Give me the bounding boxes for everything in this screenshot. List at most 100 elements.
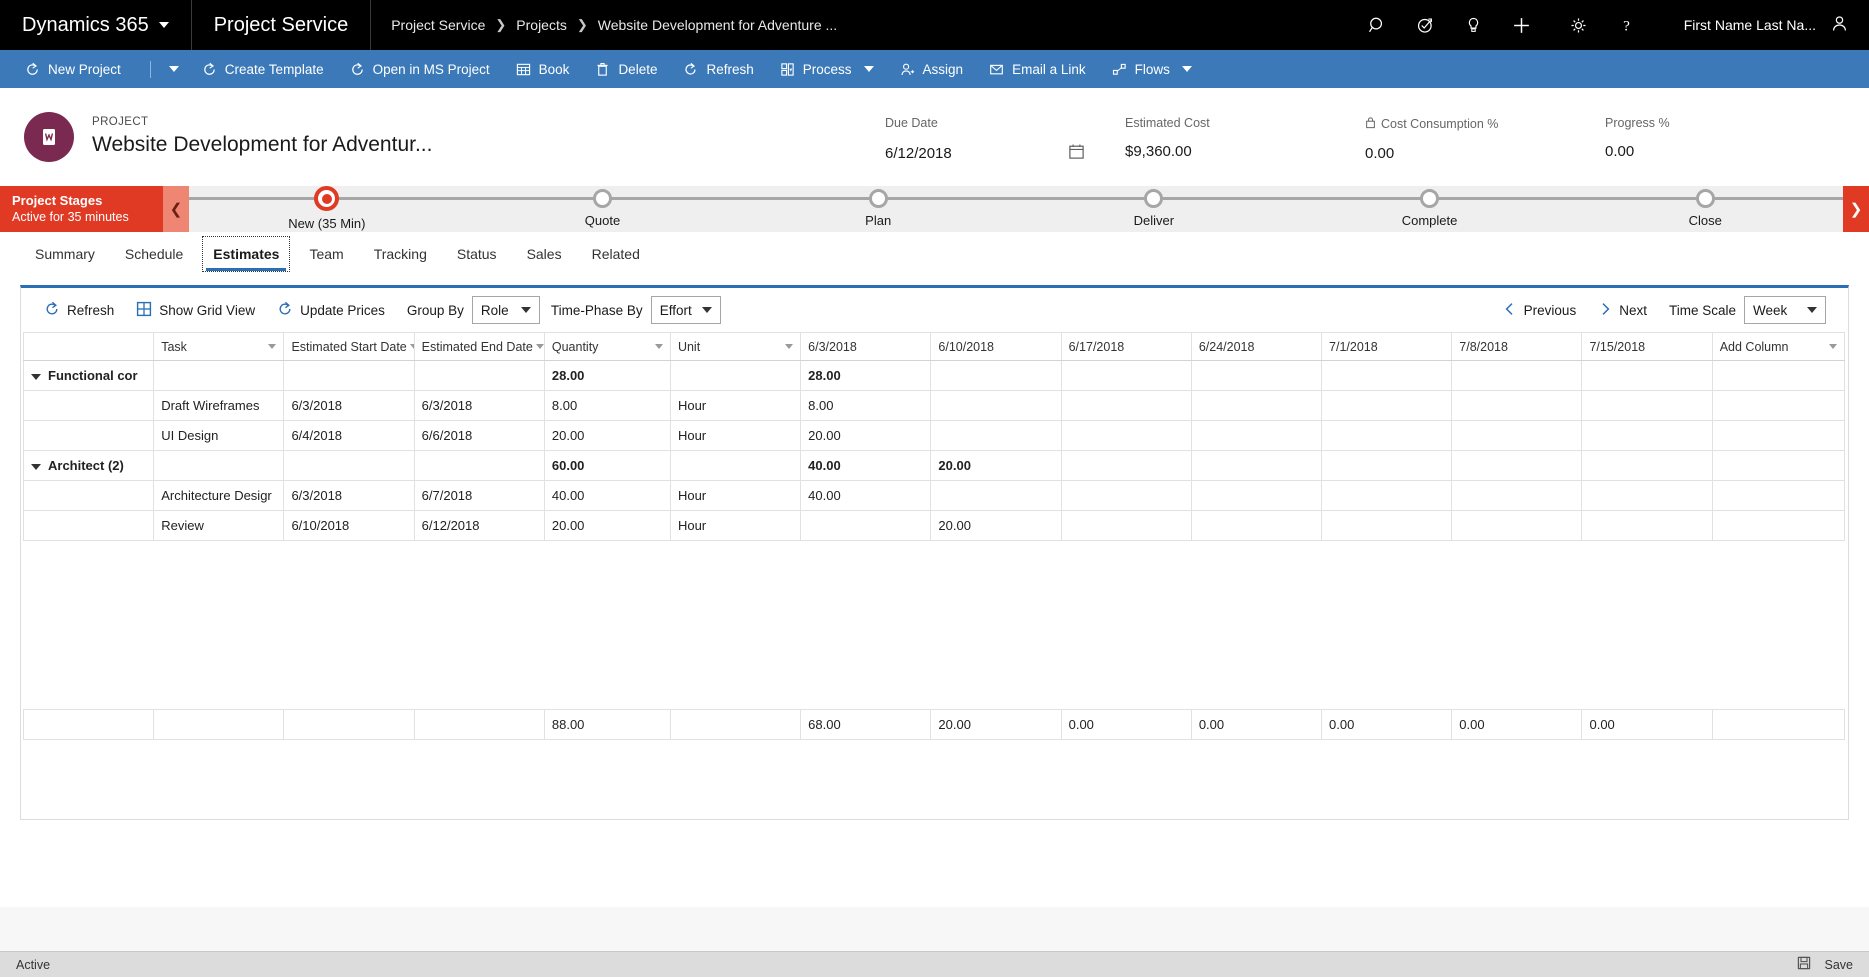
bpf-expand-right-icon[interactable]: ❯ xyxy=(1843,186,1869,232)
cell-quantity[interactable]: 20.00 xyxy=(543,510,671,541)
bpf-stage-deliver[interactable]: Deliver xyxy=(1016,186,1292,232)
cell-period-0[interactable]: 40.00 xyxy=(800,480,932,511)
search-icon[interactable] xyxy=(1354,0,1402,50)
command-new-project[interactable]: New Project xyxy=(12,50,134,88)
command-email-a-link[interactable]: Email a Link xyxy=(976,50,1099,88)
col-header-estimated-end-date[interactable]: Estimated End Date xyxy=(413,332,545,361)
breadcrumb-item-2[interactable]: Website Development for Adventure ... xyxy=(598,17,837,33)
bpf-stage-close[interactable]: Close xyxy=(1567,186,1843,232)
cell-start-date[interactable]: 6/4/2018 xyxy=(283,420,415,451)
cell-period-0[interactable]: 8.00 xyxy=(800,390,932,421)
cell-end-date[interactable] xyxy=(413,360,545,391)
command-flows[interactable]: Flows xyxy=(1099,50,1205,88)
table-row[interactable]: Review 6/10/2018 6/12/2018 20.00 Hour 20… xyxy=(22,510,1846,541)
cell-period-6[interactable] xyxy=(1581,480,1713,511)
col-header-period-2[interactable]: 6/17/2018 xyxy=(1060,332,1192,361)
cell-unit[interactable]: Hour xyxy=(669,510,802,541)
cell-end-date[interactable]: 6/3/2018 xyxy=(413,390,545,421)
cell-period-5[interactable] xyxy=(1451,420,1583,451)
update-prices-button[interactable]: Update Prices xyxy=(266,288,396,332)
user-menu[interactable]: First Name Last Na... xyxy=(1660,0,1869,50)
cell-period-3[interactable] xyxy=(1190,510,1323,541)
chevron-down-icon[interactable] xyxy=(31,373,41,380)
assistant-icon[interactable] xyxy=(1402,0,1450,50)
cell-period-5[interactable] xyxy=(1451,510,1583,541)
bpf-stage-new[interactable]: New (35 Min) xyxy=(189,186,465,232)
cell-period-3[interactable] xyxy=(1190,420,1323,451)
breadcrumb-item-1[interactable]: Projects xyxy=(516,17,567,33)
command-create-template[interactable]: Create Template xyxy=(189,50,337,88)
due-date-value[interactable]: 6/12/2018 xyxy=(885,145,952,162)
save-icon[interactable] xyxy=(1797,956,1811,973)
gear-icon[interactable] xyxy=(1555,0,1603,50)
next-period-button[interactable]: Next xyxy=(1587,288,1658,332)
cell-period-0[interactable] xyxy=(800,510,932,541)
tab-tracking[interactable]: Tracking xyxy=(359,232,442,276)
command-open-in-ms-project[interactable]: Open in MS Project xyxy=(337,50,503,88)
chevron-down-icon[interactable] xyxy=(1829,344,1837,349)
col-header-period-1[interactable]: 6/10/2018 xyxy=(930,332,1062,361)
tab-summary[interactable]: Summary xyxy=(20,232,110,276)
cell-period-5[interactable] xyxy=(1451,480,1583,511)
command-refresh[interactable]: Refresh xyxy=(670,50,766,88)
cell-period-0[interactable]: 40.00 xyxy=(800,450,932,481)
grid-refresh-button[interactable]: Refresh xyxy=(33,288,125,332)
table-row[interactable]: UI Design 6/4/2018 6/6/2018 20.00 Hour 2… xyxy=(22,420,1846,451)
chevron-down-icon[interactable] xyxy=(409,344,414,349)
cell-end-date[interactable]: 6/6/2018 xyxy=(413,420,545,451)
cell-period-6[interactable] xyxy=(1581,420,1713,451)
group-by-select[interactable]: Role xyxy=(471,296,540,324)
cell-period-2[interactable] xyxy=(1060,420,1192,451)
cell-period-6[interactable] xyxy=(1581,390,1713,421)
cell-rowselect[interactable] xyxy=(22,480,155,511)
command-book[interactable]: Book xyxy=(503,50,583,88)
cell-quantity[interactable]: 8.00 xyxy=(543,390,671,421)
lightbulb-icon[interactable] xyxy=(1450,0,1498,50)
cell-period-1[interactable]: 20.00 xyxy=(930,450,1062,481)
tab-status[interactable]: Status xyxy=(442,232,512,276)
cell-unit[interactable] xyxy=(669,450,802,481)
col-header-task[interactable]: Task xyxy=(153,332,285,361)
cell-task[interactable] xyxy=(153,360,285,391)
tab-team[interactable]: Team xyxy=(294,232,358,276)
cell-quantity[interactable]: 28.00 xyxy=(543,360,671,391)
cell-period-3[interactable] xyxy=(1190,390,1323,421)
cell-unit[interactable]: Hour xyxy=(669,480,802,511)
col-header-rowselect[interactable] xyxy=(22,332,155,361)
command-new-project-dropdown[interactable] xyxy=(134,50,189,88)
cell-quantity[interactable]: 60.00 xyxy=(543,450,671,481)
col-header-unit[interactable]: Unit xyxy=(669,332,802,361)
cell-period-3[interactable] xyxy=(1190,450,1323,481)
bpf-header[interactable]: Project Stages Active for 35 minutes xyxy=(0,186,163,232)
cell-add-column[interactable] xyxy=(1711,480,1846,511)
command-process[interactable]: Process xyxy=(767,50,887,88)
cell-start-date[interactable] xyxy=(283,360,415,391)
col-header-period-6[interactable]: 7/15/2018 xyxy=(1581,332,1713,361)
chevron-down-icon[interactable] xyxy=(31,463,41,470)
bpf-stage-plan[interactable]: Plan xyxy=(740,186,1016,232)
command-delete[interactable]: Delete xyxy=(582,50,670,88)
group-name-cell[interactable]: Architect (2) xyxy=(22,450,155,481)
tab-sales[interactable]: Sales xyxy=(512,232,577,276)
show-grid-view-button[interactable]: Show Grid View xyxy=(125,288,266,332)
cell-add-column[interactable] xyxy=(1711,510,1846,541)
cell-add-column[interactable] xyxy=(1711,450,1846,481)
cell-end-date[interactable]: 6/7/2018 xyxy=(413,480,545,511)
tab-schedule[interactable]: Schedule xyxy=(110,232,198,276)
cell-add-column[interactable] xyxy=(1711,420,1846,451)
cell-start-date[interactable] xyxy=(283,450,415,481)
cell-period-1[interactable] xyxy=(930,360,1062,391)
table-row[interactable]: Draft Wireframes 6/3/2018 6/3/2018 8.00 … xyxy=(22,390,1846,421)
cell-unit[interactable]: Hour xyxy=(669,420,802,451)
chevron-down-icon[interactable] xyxy=(654,344,663,349)
cell-period-2[interactable] xyxy=(1060,480,1192,511)
table-row[interactable]: Architect (2) 60.00 40.00 20.00 xyxy=(22,450,1846,481)
cell-period-1[interactable] xyxy=(930,420,1062,451)
col-header-period-0[interactable]: 6/3/2018 xyxy=(800,332,932,361)
table-row[interactable]: Architecture Desigr 6/3/2018 6/7/2018 40… xyxy=(22,480,1846,511)
cell-period-2[interactable] xyxy=(1060,390,1192,421)
cell-end-date[interactable] xyxy=(413,450,545,481)
tab-related[interactable]: Related xyxy=(577,232,655,276)
cell-task[interactable]: Draft Wireframes xyxy=(153,390,285,421)
time-scale-select[interactable]: Week xyxy=(1744,296,1826,324)
